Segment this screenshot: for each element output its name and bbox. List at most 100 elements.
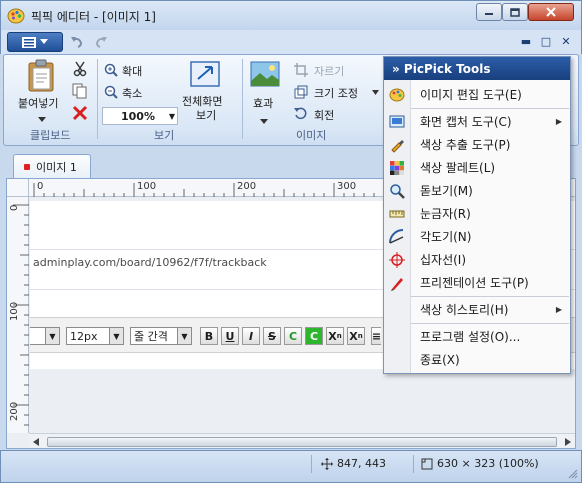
align-button: ≡ <box>371 327 381 345</box>
menu-item-magnifier[interactable]: 돋보기(M) <box>384 179 570 202</box>
status-bar: 847, 443 630 × 323 (100%) <box>0 450 582 483</box>
menu-item-image-editor[interactable]: 이미지 편집 도구(E) <box>384 83 570 106</box>
menu-item-crosshair[interactable]: 십자선(I) <box>384 248 570 271</box>
zoom-in-icon[interactable] <box>104 63 118 77</box>
copy-icon[interactable] <box>72 83 88 99</box>
mdi-controls: ▬ □ ✕ <box>519 34 573 48</box>
status-separator <box>311 455 312 473</box>
menu-item-color-picker[interactable]: 색상 추출 도구(P) <box>384 133 570 156</box>
image-size-value: 630 × 323 (100%) <box>437 457 539 470</box>
menu-item-label: 눈금자(R) <box>420 207 471 221</box>
move-cursor-icon <box>321 457 333 470</box>
horizontal-scrollbar[interactable] <box>29 433 575 448</box>
menu-item-protractor[interactable]: 각도기(N) <box>384 225 570 248</box>
zoom-in-button[interactable]: 확대 <box>122 63 142 79</box>
status-separator <box>413 455 414 473</box>
paste-icon[interactable] <box>26 59 56 93</box>
rotate-icon[interactable] <box>294 107 308 121</box>
minimize-icon <box>485 13 493 15</box>
menu-item-label: 이미지 편집 도구(E) <box>420 88 522 102</box>
font-color-button: C <box>284 327 302 345</box>
menu-separator <box>411 323 569 324</box>
font-size-value: 12px <box>70 329 98 343</box>
cursor-position-value: 847, 443 <box>337 457 386 470</box>
ruler-label: 200 <box>9 401 20 421</box>
mdi-minimize-icon[interactable]: ▬ <box>519 34 533 48</box>
crop-button[interactable]: 자르기 <box>314 63 344 79</box>
maximize-icon <box>510 7 520 17</box>
subscript-glyph: X <box>349 329 358 343</box>
ruler-label: 0 <box>37 181 44 192</box>
picpick-app-icon[interactable] <box>7 7 25 25</box>
menu-item-ruler[interactable]: 눈금자(R) <box>384 202 570 225</box>
menu-item-screen-capture[interactable]: 화면 캡처 도구(C) ▶ <box>384 110 570 133</box>
redo-icon[interactable] <box>93 34 109 50</box>
menu-separator <box>411 108 569 109</box>
superscript-button: Xn <box>326 327 344 345</box>
image-size-icon <box>421 458 433 469</box>
chevron-down-icon[interactable] <box>372 90 379 95</box>
close-button[interactable] <box>528 3 574 21</box>
menu-item-color-palette[interactable]: 색상 팔레트(L) <box>384 156 570 179</box>
zoom-level-select[interactable]: 100% ▼ <box>102 107 178 125</box>
submenu-arrow-icon: ▶ <box>555 305 562 314</box>
font-family-select: ▼ <box>30 327 60 345</box>
app-menu-button[interactable] <box>7 32 63 52</box>
scrollbar-thumb[interactable] <box>47 437 557 447</box>
zoom-out-icon[interactable] <box>104 85 118 99</box>
color-picker-icon <box>391 140 404 153</box>
menu-item-label: 돋보기(M) <box>420 184 473 198</box>
cut-icon[interactable] <box>72 61 88 77</box>
picpick-palette-icon <box>389 88 405 102</box>
chevron-down-icon: ▼ <box>168 112 175 121</box>
resize-grip-icon[interactable] <box>568 469 578 479</box>
chevron-down-icon: ▼ <box>45 328 59 344</box>
zoom-out-button[interactable]: 축소 <box>122 85 142 101</box>
maximize-button[interactable] <box>502 3 528 21</box>
delete-icon[interactable] <box>72 105 88 121</box>
effects-icon[interactable] <box>250 61 280 89</box>
close-icon <box>546 7 556 17</box>
clipboard-group-label: 클립보드 <box>30 129 71 142</box>
chevron-down-icon[interactable] <box>260 119 268 124</box>
chevron-down-icon[interactable] <box>38 117 46 122</box>
scroll-right-icon[interactable] <box>565 438 571 446</box>
image-size: 630 × 323 (100%) <box>421 457 539 470</box>
vertical-ruler: 0 100 200 <box>7 197 29 433</box>
paste-button[interactable]: 붙여넣기 <box>18 95 58 111</box>
menu-separator <box>411 296 569 297</box>
ruler-corner <box>7 179 29 197</box>
menu-item-exit[interactable]: 종료(X) <box>384 348 570 371</box>
background-color-button: C <box>305 327 323 345</box>
window-titlebar: 픽픽 에디터 - [이미지 1] <box>0 0 582 30</box>
menu-item-color-history[interactable]: 색상 히스토리(H) ▶ <box>384 298 570 321</box>
resize-button[interactable]: 크기 조정 <box>314 85 358 101</box>
crop-icon[interactable] <box>294 63 308 77</box>
menu-item-label: 색상 추출 도구(P) <box>420 138 511 152</box>
font-size-select: 12px ▼ <box>66 327 124 345</box>
resize-icon[interactable] <box>294 85 308 99</box>
ruler-icon <box>389 210 405 218</box>
menu-item-label: 색상 팔레트(L) <box>420 161 496 175</box>
rotate-button[interactable]: 회전 <box>314 107 334 123</box>
tab-image-1[interactable]: 이미지 1 <box>13 154 91 178</box>
color-palette-icon <box>390 161 404 175</box>
menu-item-presentation[interactable]: 프리젠테이션 도구(P) <box>384 271 570 294</box>
fullscreen-icon[interactable] <box>190 61 220 89</box>
view-group-label: 보기 <box>154 129 175 142</box>
menu-item-settings[interactable]: 프로그램 설정(O)... <box>384 325 570 348</box>
ruler-label: 200 <box>237 181 257 192</box>
chevron-down-icon <box>40 39 48 44</box>
scroll-left-icon[interactable] <box>33 438 39 446</box>
minimize-button[interactable] <box>476 3 502 21</box>
mdi-close-icon[interactable]: ✕ <box>559 34 573 48</box>
effects-button[interactable]: 효과 <box>253 95 273 111</box>
mdi-restore-icon[interactable]: □ <box>539 34 553 48</box>
strike-button: S <box>263 327 281 345</box>
pen-icon <box>391 278 403 291</box>
group-separator <box>97 59 98 139</box>
undo-icon[interactable] <box>69 34 85 50</box>
subscript-button: Xn <box>347 327 365 345</box>
ruler-label: 100 <box>137 181 157 192</box>
chevron-down-icon: ▼ <box>109 328 123 344</box>
